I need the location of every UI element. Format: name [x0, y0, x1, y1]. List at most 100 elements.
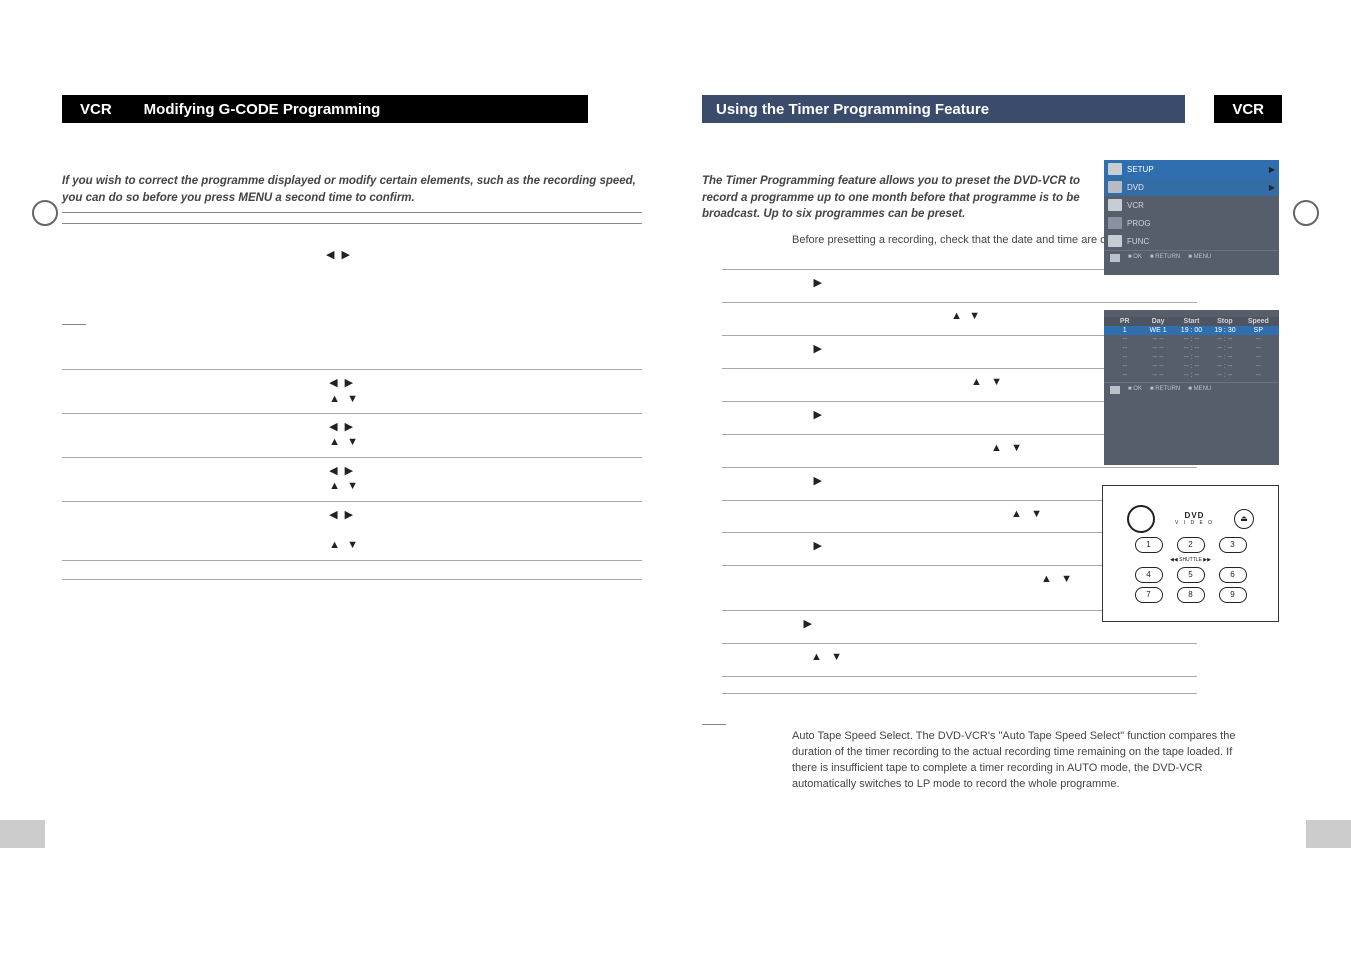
intro-separator: [62, 223, 642, 224]
ud-arrow-icon: [971, 375, 1002, 391]
remote-key-3: 3: [1219, 537, 1247, 553]
osd-table-row-1: 1 WE 1 19 : 00 19 : 30 SP: [1104, 326, 1279, 335]
func-icon: [1108, 235, 1122, 247]
right-header-vcr: VCR: [1214, 95, 1282, 123]
nav-icon: [1110, 254, 1120, 262]
lr-ud-arrows-icon: [329, 508, 360, 554]
left-steps: [62, 242, 642, 579]
right-header-title: Using the Timer Programming Feature: [702, 95, 1185, 123]
left-header-vcr: VCR: [62, 95, 130, 123]
gear-icon: [1108, 163, 1122, 175]
remote-key-8: 8: [1177, 587, 1205, 603]
left-step-1: [62, 242, 642, 270]
osd-row-func: FUNC: [1104, 232, 1279, 250]
th-start: Start: [1175, 318, 1208, 325]
lr-arrows-icon: [326, 248, 352, 264]
left-step-2: [62, 369, 642, 413]
joystick-icon: [1127, 505, 1155, 533]
th-speed: Speed: [1242, 318, 1275, 325]
left-page: VCR Modifying G-CODE Programming If you …: [62, 95, 642, 580]
osd-footer: ■ OK ■ RETURN ■ MENU: [1104, 382, 1279, 397]
osd-table-row: ---- ---- : ---- : ----: [1104, 335, 1279, 344]
osd-table-row: ---- ---- : ---- : ----: [1104, 353, 1279, 362]
clock-icon: [1108, 217, 1122, 229]
osd-label: FUNC: [1127, 237, 1149, 246]
osd-foot-ok: OK: [1133, 386, 1142, 392]
right-header-bar: Using the Timer Programming Feature VCR: [702, 95, 1282, 123]
osd-label: DVD: [1127, 183, 1144, 192]
manual-spread: VCR Modifying G-CODE Programming If you …: [0, 0, 1351, 954]
th-pr: PR: [1108, 318, 1141, 325]
left-margin-circle: [32, 200, 58, 226]
left-step-5: [62, 501, 642, 560]
osd-row-dvd: DVD: [1104, 178, 1279, 196]
lr-ud-arrows-icon: [329, 420, 360, 451]
osd-row-prog: PROG: [1104, 214, 1279, 232]
osd-foot-ok: OK: [1133, 254, 1142, 260]
chevron-right-icon: [1269, 183, 1275, 192]
tape-icon: [1108, 199, 1122, 211]
osd-table: PR Day Start Stop Speed 1 WE 1 19 : 00 1…: [1104, 315, 1279, 382]
right-thumb-index: [1306, 820, 1351, 848]
remote-key-6: 6: [1219, 567, 1247, 583]
auto-speed-note: Auto Tape Speed Select. The DVD-VCR's "A…: [792, 729, 1252, 793]
osd-table-header: PR Day Start Stop Speed: [1104, 317, 1279, 326]
right-arrow-icon: [804, 617, 812, 633]
osd-timer-table-screenshot: PR Day Start Stop Speed 1 WE 1 19 : 00 1…: [1104, 310, 1279, 465]
osd-label: VCR: [1127, 201, 1144, 210]
remote-key-9: 9: [1219, 587, 1247, 603]
right-arrow-icon: [814, 408, 822, 424]
osd-foot-menu: MENU: [1194, 386, 1212, 392]
osd-foot-return: RETURN: [1155, 254, 1180, 260]
ud-arrow-icon: [991, 441, 1022, 457]
osd-row-setup: SETUP: [1104, 160, 1279, 178]
osd-row-vcr: VCR: [1104, 196, 1279, 214]
right-arrow-icon: [814, 539, 822, 555]
osd-label: PROG: [1127, 219, 1151, 228]
right-arrow-icon: [814, 276, 822, 292]
osd-foot-menu: MENU: [1194, 254, 1212, 260]
r-step-12: [702, 646, 1202, 668]
osd-table-row: ---- ---- : ---- : ----: [1104, 344, 1279, 353]
left-step-3: [62, 413, 642, 457]
ud-arrow-icon: [951, 309, 982, 325]
right-intro: The Timer Programming feature allows you…: [702, 173, 1082, 223]
shuttle-label: ◀◀ SHUTTLE ▶▶: [1170, 557, 1211, 563]
osd-table-row: ---- ---- : ---- : ----: [1104, 362, 1279, 371]
right-arrow-icon: [814, 342, 822, 358]
osd-label: SETUP: [1127, 165, 1154, 174]
th-day: Day: [1141, 318, 1174, 325]
remote-key-2: 2: [1177, 537, 1205, 553]
left-step-4: [62, 457, 642, 501]
right-arrow-icon: [814, 474, 822, 490]
remote-key-5: 5: [1177, 567, 1205, 583]
osd-menu-screenshot: SETUP DVD VCR PROG FUNC ■ OK ■ RETURN ■ …: [1104, 160, 1279, 275]
osd-footer: ■ OK ■ RETURN ■ MENU: [1104, 250, 1279, 265]
th-stop: Stop: [1208, 318, 1241, 325]
ud-arrow-icon: [1011, 507, 1042, 523]
left-header-title: Modifying G-CODE Programming: [130, 95, 588, 123]
ud-arrow-icon: [811, 650, 842, 666]
remote-key-4: 4: [1135, 567, 1163, 583]
right-margin-circle: [1293, 200, 1319, 226]
remote-diagram: DVD V I D E O ⏏ 1 2 3 ◀◀ SHUTTLE ▶▶ 4 5 …: [1102, 485, 1279, 622]
lr-ud-arrows-icon: [329, 464, 360, 495]
osd-foot-return: RETURN: [1155, 386, 1180, 392]
disc-icon: [1108, 181, 1122, 193]
left-header-bar: VCR Modifying G-CODE Programming: [62, 95, 555, 123]
ud-arrow-icon: [1041, 572, 1072, 588]
chevron-right-icon: [1269, 165, 1275, 174]
small-rule-1: [62, 324, 86, 325]
remote-key-1: 1: [1135, 537, 1163, 553]
nav-icon: [1110, 386, 1120, 394]
left-thumb-index: [0, 820, 45, 848]
remote-key-7: 7: [1135, 587, 1163, 603]
eject-icon: ⏏: [1234, 509, 1254, 529]
dvd-logo: DVD: [1175, 511, 1214, 520]
left-step-end: [62, 560, 642, 580]
small-rule-2: [702, 724, 726, 725]
lr-ud-arrows-icon: [329, 376, 360, 407]
osd-table-row: ---- ---- : ---- : ----: [1104, 371, 1279, 380]
r-step-13: [702, 679, 1202, 685]
left-intro: If you wish to correct the programme dis…: [62, 173, 642, 213]
